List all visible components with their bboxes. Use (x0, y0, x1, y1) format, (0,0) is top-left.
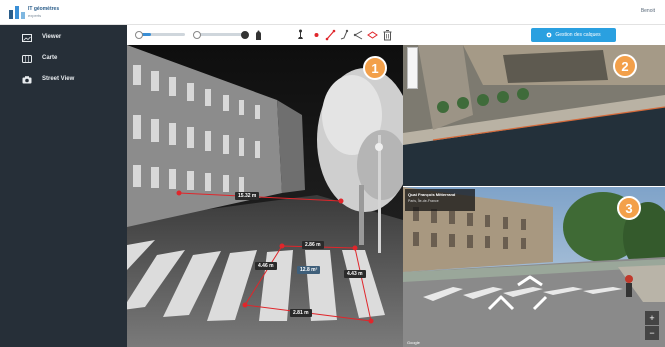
google-attribution: Google (407, 340, 420, 345)
sidebar-item-label: Street View (42, 76, 75, 82)
slider-knob[interactable] (135, 31, 143, 39)
opacity-slider[interactable] (193, 31, 249, 39)
viewer-toolbar: Gestion des calques (127, 25, 665, 45)
logo-subtext: experts (28, 13, 42, 18)
image-icon (22, 34, 32, 42)
measurement-label: 4.46 m (255, 262, 277, 270)
sidebar-item-carte[interactable]: Carte (0, 50, 127, 68)
sidebar-item-street-view[interactable]: Street View (0, 71, 127, 89)
camera-icon (22, 76, 32, 84)
logo-text: IT géomètres (28, 6, 60, 12)
sidebar-item-label: Viewer (42, 34, 62, 40)
angle-icon[interactable] (353, 29, 364, 41)
map-zoom-control[interactable] (407, 47, 418, 89)
point-size-slider[interactable] (135, 31, 185, 39)
area-label: 12.8 m² (297, 266, 321, 274)
profile-icon[interactable] (367, 29, 378, 41)
panel-number-badge: 2 (613, 54, 637, 78)
top-bar: IT géomètres experts Benoit (0, 0, 665, 25)
panel-number-badge: 1 (363, 56, 387, 80)
panel-number-badge: 3 (617, 196, 641, 220)
slider-knob[interactable] (241, 31, 249, 39)
layer-management-label: Gestion des calques (555, 32, 601, 38)
point-cloud-scene (127, 45, 403, 347)
address-title: Quai François Mitterrand (408, 192, 456, 197)
user-menu-link[interactable]: Benoit (641, 8, 655, 14)
measurement-label: 4.43 m (344, 270, 366, 278)
measurement-label: 2.86 m (302, 241, 324, 249)
address-subtitle: Paris, Île-de-France (408, 199, 439, 203)
layer-management-button[interactable]: Gestion des calques (531, 28, 616, 42)
company-logo[interactable]: IT géomètres experts (8, 4, 68, 20)
trash-icon[interactable] (382, 29, 393, 41)
polyline-icon[interactable] (339, 29, 350, 41)
sidebar-item-viewer[interactable]: Viewer (0, 29, 127, 47)
zoom-in-button[interactable]: + (645, 311, 659, 325)
address-card[interactable]: Quai François Mitterrand Paris, Île-de-F… (405, 189, 475, 211)
logo-mark-icon (9, 6, 25, 19)
line-icon[interactable] (325, 29, 336, 41)
settings-icon (546, 32, 552, 38)
measurement-label: 15.32 m (235, 192, 260, 200)
slider-knob[interactable] (193, 31, 201, 39)
measurement-label: 2.81 m (290, 309, 312, 317)
point-cloud-viewer[interactable]: 15.32 m 2.86 m 4.46 m 12.8 m² 4.43 m 2.8… (127, 45, 403, 347)
zoom-out-button[interactable]: − (645, 326, 659, 340)
point-icon[interactable] (311, 29, 322, 41)
aerial-map-view[interactable]: 2 (403, 45, 665, 186)
sidebar: Viewer Carte Street View (0, 25, 127, 347)
map-icon (22, 55, 32, 63)
street-view[interactable]: Quai François Mitterrand Paris, Île-de-F… (403, 187, 665, 347)
sidebar-item-label: Carte (42, 55, 58, 61)
point-measure-icon[interactable] (295, 29, 306, 41)
hand-icon[interactable] (253, 29, 264, 41)
